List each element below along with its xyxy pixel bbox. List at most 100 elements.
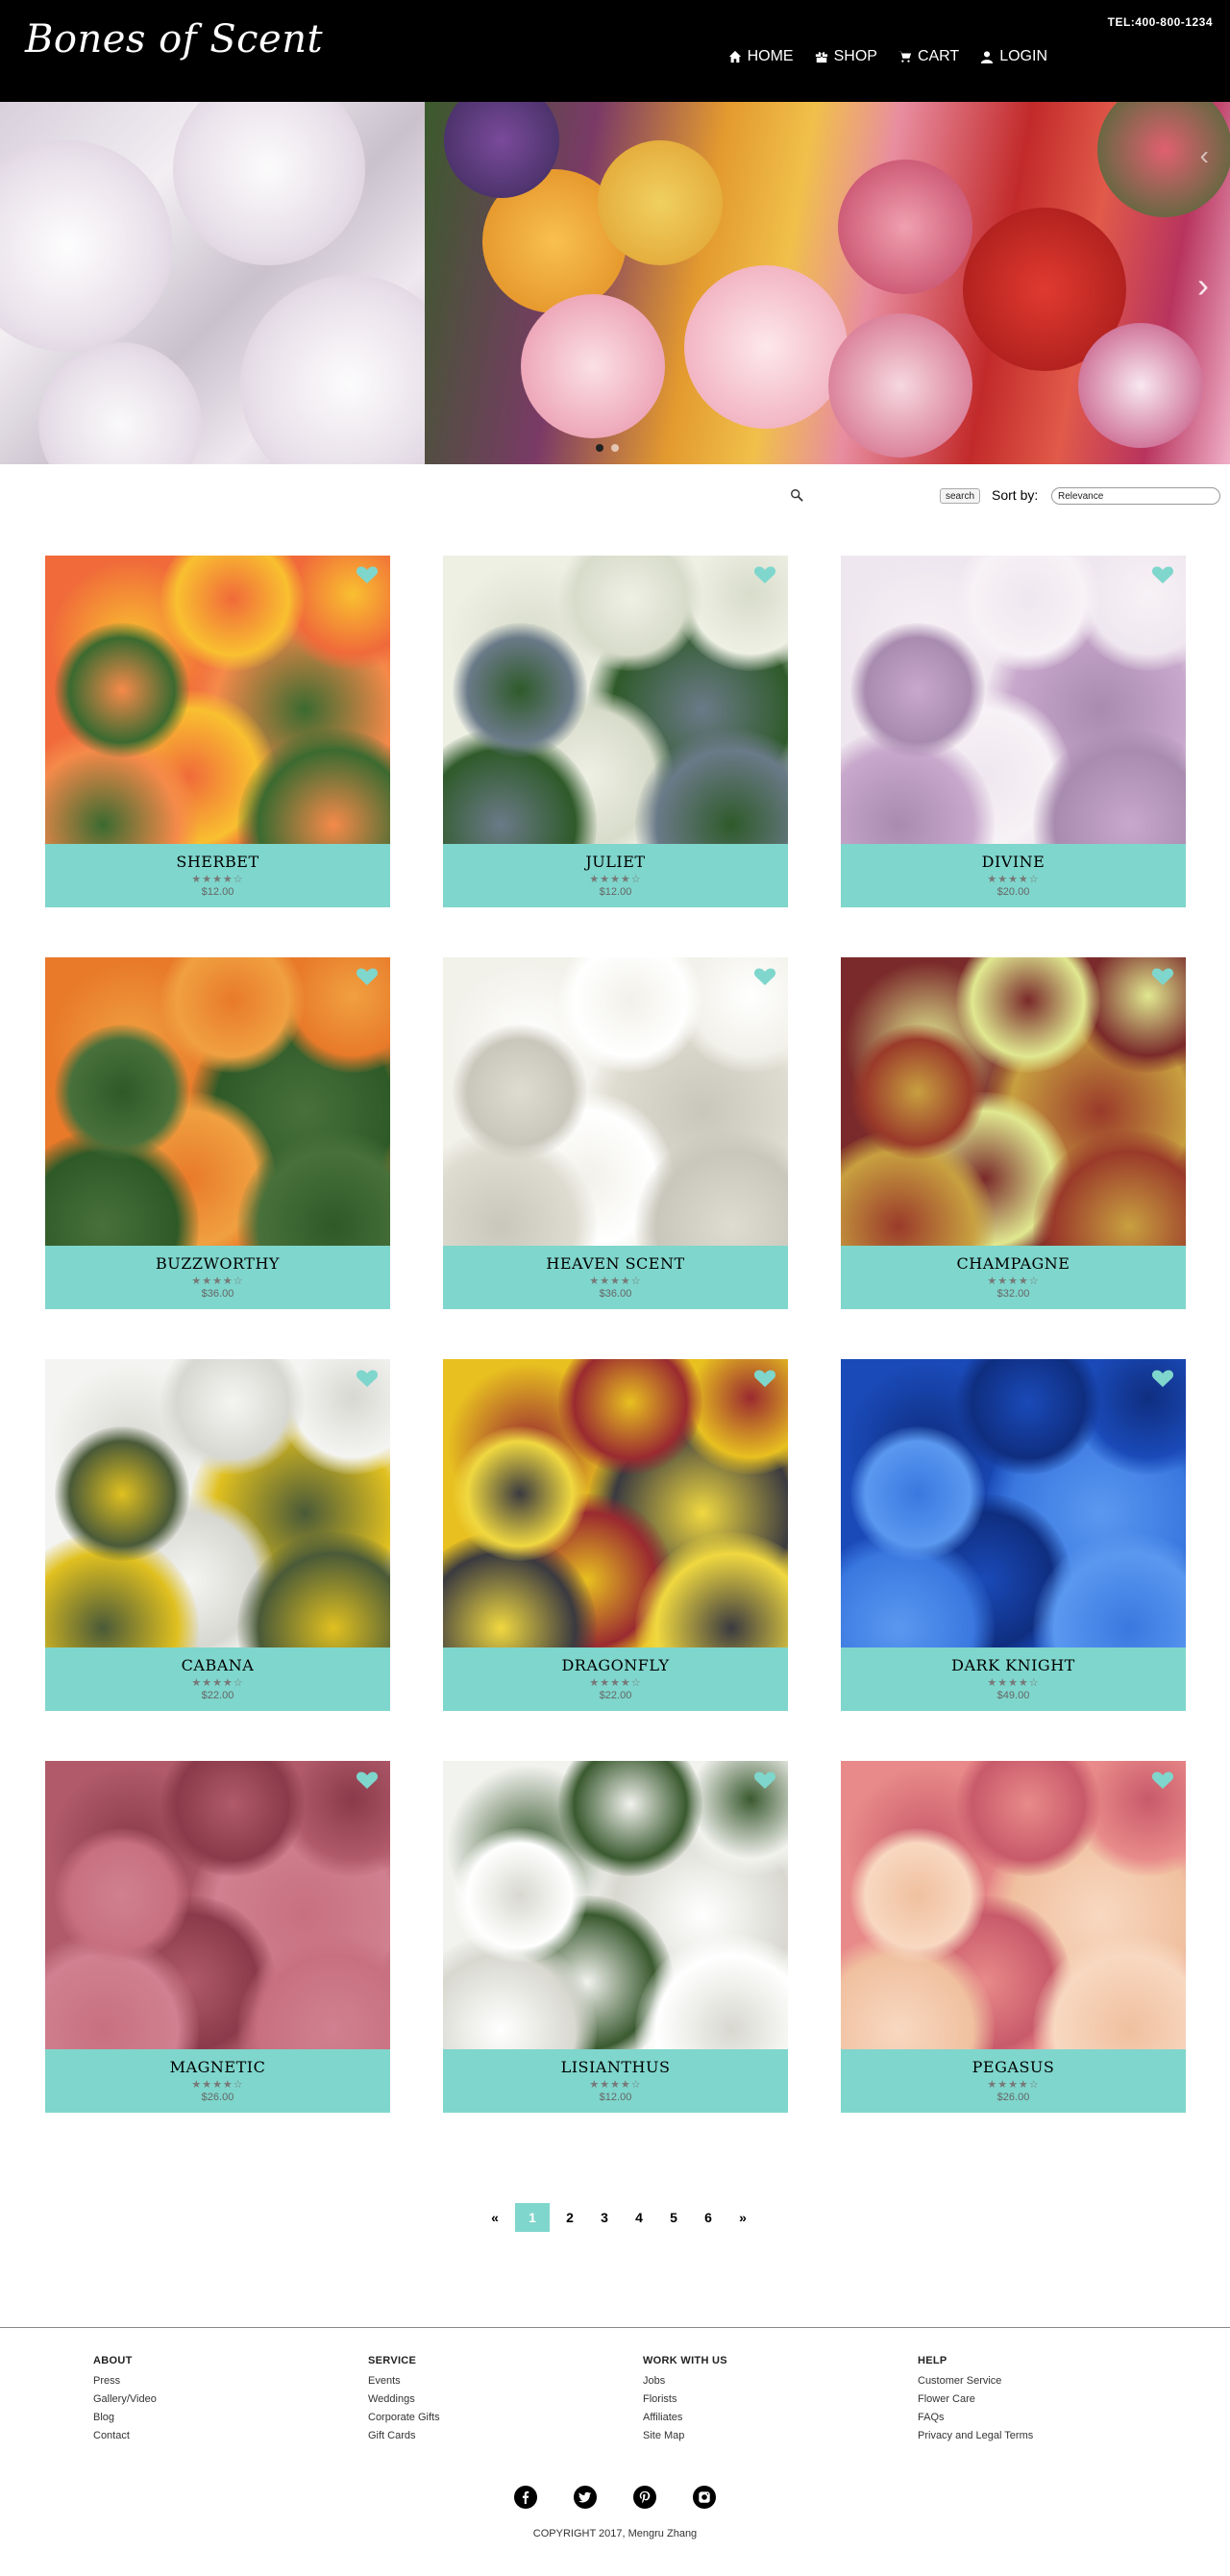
product-image[interactable] <box>443 1359 788 1647</box>
product-rating: ★★★★☆ <box>987 2079 1040 2091</box>
product-name[interactable]: CHAMPAGNE <box>841 1254 1186 1273</box>
heart-icon[interactable] <box>1151 1771 1174 1790</box>
product-card[interactable]: DARK KNIGHT ★★★★☆ $49.00 <box>841 1359 1186 1711</box>
twitter-icon[interactable] <box>574 2486 597 2509</box>
product-card[interactable]: JULIET ★★★★☆ $12.00 <box>443 556 788 907</box>
footer-link-weddings[interactable]: Weddings <box>368 2390 643 2409</box>
product-image[interactable] <box>443 1761 788 2049</box>
product-card[interactable]: LISIANTHUS ★★★★☆ $12.00 <box>443 1761 788 2113</box>
footer-link-press[interactable]: Press <box>93 2372 368 2390</box>
flower-blob <box>453 1025 587 1159</box>
page-prev[interactable]: « <box>480 2203 509 2232</box>
hero-dot[interactable] <box>611 444 619 452</box>
heart-icon[interactable] <box>356 1771 379 1790</box>
product-image[interactable] <box>841 957 1186 1246</box>
footer-heading: HELP <box>918 2355 947 2366</box>
product-name[interactable]: DARK KNIGHT <box>841 1656 1186 1674</box>
heart-icon[interactable] <box>753 565 776 584</box>
product-name[interactable]: HEAVEN SCENT <box>443 1254 788 1273</box>
product-card[interactable]: CABANA ★★★★☆ $22.00 <box>45 1359 390 1711</box>
nav-shop[interactable]: SHOP <box>815 48 877 65</box>
product-image[interactable] <box>443 556 788 844</box>
heart-icon[interactable] <box>1151 967 1174 986</box>
search-icon[interactable] <box>790 488 803 502</box>
nav-cart[interactable]: CART <box>898 48 959 65</box>
footer-link-jobs[interactable]: Jobs <box>643 2372 918 2390</box>
product-image[interactable] <box>45 1359 390 1647</box>
footer-link-events[interactable]: Events <box>368 2372 643 2390</box>
product-card[interactable]: HEAVEN SCENT ★★★★☆ $36.00 <box>443 957 788 1309</box>
page-1[interactable]: 1 <box>515 2203 550 2232</box>
page-next[interactable]: » <box>728 2203 757 2232</box>
product-name[interactable]: CABANA <box>45 1656 390 1674</box>
product-rating: ★★★★☆ <box>987 1276 1040 1287</box>
heart-icon[interactable] <box>1151 1369 1174 1388</box>
pinterest-icon[interactable] <box>633 2486 656 2509</box>
site-logo[interactable]: Bones of Scent <box>25 17 323 62</box>
page-6[interactable]: 6 <box>694 2203 723 2232</box>
heart-icon[interactable] <box>356 967 379 986</box>
product-image[interactable] <box>841 1359 1186 1647</box>
product-name[interactable]: DIVINE <box>841 853 1186 871</box>
footer-link-corporate-gifts[interactable]: Corporate Gifts <box>368 2409 643 2427</box>
nav-login[interactable]: LOGIN <box>980 48 1047 65</box>
flower-blob <box>453 1426 587 1561</box>
heart-icon[interactable] <box>356 1369 379 1388</box>
page-4[interactable]: 4 <box>625 2203 653 2232</box>
heart-icon[interactable] <box>753 1771 776 1790</box>
heart-icon[interactable] <box>356 565 379 584</box>
product-image[interactable] <box>45 1761 390 2049</box>
product-card[interactable]: SHERBET ★★★★☆ $12.00 <box>45 556 390 907</box>
hero-next-arrow[interactable]: › <box>1197 265 1209 306</box>
product-name[interactable]: DRAGONFLY <box>443 1656 788 1674</box>
product-price: $12.00 <box>201 886 234 898</box>
footer-link-gallery[interactable]: Gallery/Video <box>93 2390 368 2409</box>
product-image[interactable] <box>841 1761 1186 2049</box>
product-image[interactable] <box>841 556 1186 844</box>
footer-link-gift-cards[interactable]: Gift Cards <box>368 2427 643 2445</box>
footer-col-work: WORK WITH US Jobs Florists Affiliates Si… <box>643 2355 918 2445</box>
product-card[interactable]: CHAMPAGNE ★★★★☆ $32.00 <box>841 957 1186 1309</box>
hero-prev-arrow[interactable]: ‹ <box>1200 140 1209 171</box>
product-card[interactable]: BUZZWORTHY ★★★★☆ $36.00 <box>45 957 390 1309</box>
hero-dot[interactable] <box>596 444 603 452</box>
product-name[interactable]: MAGNETIC <box>45 2058 390 2076</box>
product-card[interactable]: DIVINE ★★★★☆ $20.00 <box>841 556 1186 907</box>
product-image[interactable] <box>45 957 390 1246</box>
product-info: LISIANTHUS ★★★★☆ $12.00 <box>443 2049 788 2113</box>
heart-icon[interactable] <box>753 967 776 986</box>
search-button[interactable]: search <box>940 488 980 504</box>
heart-icon[interactable] <box>1151 565 1174 584</box>
sort-select[interactable]: Relevance <box>1051 487 1220 505</box>
footer-link-flower-care[interactable]: Flower Care <box>918 2390 1193 2409</box>
product-name[interactable]: JULIET <box>443 853 788 871</box>
product-card[interactable]: MAGNETIC ★★★★☆ $26.00 <box>45 1761 390 2113</box>
footer-link-privacy[interactable]: Privacy and Legal Terms <box>918 2427 1193 2445</box>
nav-home[interactable]: HOME <box>728 48 794 65</box>
page-2[interactable]: 2 <box>555 2203 584 2232</box>
product-image[interactable] <box>45 556 390 844</box>
footer-link-site-map[interactable]: Site Map <box>643 2427 918 2445</box>
product-name[interactable]: LISIANTHUS <box>443 2058 788 2076</box>
heart-icon[interactable] <box>753 1369 776 1388</box>
product-name[interactable]: SHERBET <box>45 853 390 871</box>
product-name[interactable]: PEGASUS <box>841 2058 1186 2076</box>
product-card[interactable]: DRAGONFLY ★★★★☆ $22.00 <box>443 1359 788 1711</box>
product-card[interactable]: PEGASUS ★★★★☆ $26.00 <box>841 1761 1186 2113</box>
footer-link-affiliates[interactable]: Affiliates <box>643 2409 918 2427</box>
footer-link-contact[interactable]: Contact <box>93 2427 368 2445</box>
product-name[interactable]: BUZZWORTHY <box>45 1254 390 1273</box>
page-5[interactable]: 5 <box>659 2203 688 2232</box>
facebook-icon[interactable] <box>514 2486 537 2509</box>
footer-link-blog[interactable]: Blog <box>93 2409 368 2427</box>
phone-number: TEL:400-800-1234 <box>1107 15 1213 29</box>
footer-link-florists[interactable]: Florists <box>643 2390 918 2409</box>
product-price: $22.00 <box>599 1690 632 1701</box>
footer-link-faqs[interactable]: FAQs <box>918 2409 1193 2427</box>
product-image[interactable] <box>443 957 788 1246</box>
flower-blob <box>850 1828 985 1963</box>
footer-link-customer-service[interactable]: Customer Service <box>918 2372 1193 2390</box>
home-icon <box>728 50 741 63</box>
instagram-icon[interactable] <box>693 2486 716 2509</box>
page-3[interactable]: 3 <box>590 2203 619 2232</box>
